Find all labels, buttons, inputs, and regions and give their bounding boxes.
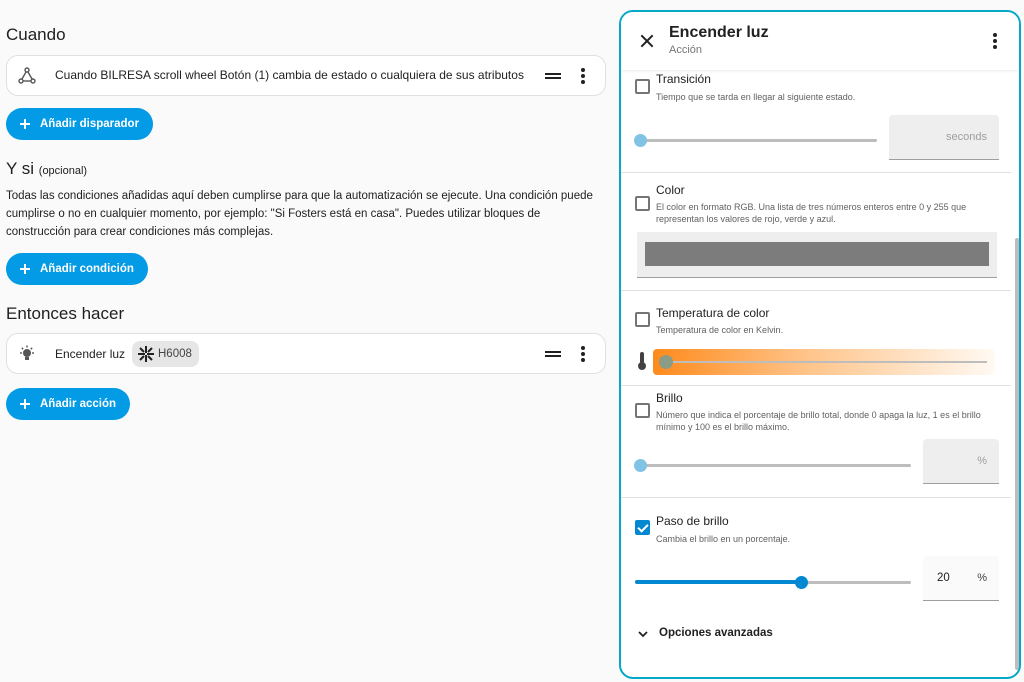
color-picker-field[interactable] xyxy=(637,232,997,278)
divider xyxy=(621,497,1011,498)
when-heading: Cuando xyxy=(6,25,66,44)
transition-slider-track xyxy=(637,139,877,142)
brightness-step-input[interactable]: 20 % xyxy=(923,556,999,601)
brightness-slider-track xyxy=(637,464,911,467)
transition-slider-thumb[interactable] xyxy=(634,134,647,147)
color-temp-description: Temperatura de color en Kelvin. xyxy=(656,325,784,335)
trigger-card[interactable]: Cuando BILRESA scroll wheel Botón (1) ca… xyxy=(6,55,606,96)
add-action-label: Añadir acción xyxy=(40,398,117,410)
thermometer-icon xyxy=(638,352,646,370)
dialog-header: Encender luz Acción xyxy=(621,12,1019,70)
dialog-title: Encender luz xyxy=(669,24,769,41)
color-temp-thumb[interactable] xyxy=(659,355,673,369)
add-condition-button[interactable]: Añadir condición xyxy=(6,253,148,285)
more-vert-icon[interactable] xyxy=(573,344,593,364)
transition-input[interactable]: seconds xyxy=(889,115,999,160)
color-description: El color en formato RGB. Una lista de tr… xyxy=(656,202,967,224)
dialog-scrollbar[interactable] xyxy=(1015,238,1019,670)
transition-title: Transición xyxy=(656,72,711,86)
brightness-step-value: 20 xyxy=(937,572,950,584)
conditions-description: Todas las condiciones añadidas aquí debe… xyxy=(6,190,593,238)
device-chip-label: H6008 xyxy=(158,348,192,360)
color-temp-checkbox[interactable] xyxy=(635,312,650,327)
chevron-down-icon xyxy=(638,631,648,638)
color-temp-title: Temperatura de color xyxy=(656,306,770,320)
more-vert-icon[interactable] xyxy=(985,31,1005,51)
dialog-subtitle: Acción xyxy=(669,44,703,56)
action-text: Encender luz xyxy=(55,347,126,361)
drag-handle-icon[interactable] xyxy=(545,351,561,357)
brightness-slider-thumb[interactable] xyxy=(634,459,647,472)
lightbulb-icon xyxy=(20,345,34,360)
color-temp-slider[interactable] xyxy=(653,349,995,375)
advanced-options-toggle[interactable]: Opciones avanzadas xyxy=(635,624,995,646)
color-temp-track xyxy=(667,361,987,363)
if-title: Y si xyxy=(6,159,35,178)
device-icon xyxy=(138,346,154,362)
add-condition-label: Añadir condición xyxy=(40,263,134,275)
brightness-title: Brillo xyxy=(656,391,683,405)
then-heading: Entonces hacer xyxy=(6,304,125,323)
plus-icon xyxy=(16,260,34,278)
more-vert-icon[interactable] xyxy=(573,66,593,86)
brightness-step-description: Cambia el brillo en un porcentaje. xyxy=(656,534,791,544)
device-chip[interactable]: H6008 xyxy=(132,341,199,367)
trigger-node-icon xyxy=(18,67,36,84)
brightness-step-title: Paso de brillo xyxy=(656,514,729,528)
brightness-step-checkbox[interactable] xyxy=(635,520,650,535)
transition-checkbox[interactable] xyxy=(635,79,650,94)
if-heading: Y si (opcional) xyxy=(6,159,87,179)
transition-description: Tiempo que se tarda en llegar al siguien… xyxy=(656,92,856,102)
color-swatch xyxy=(645,242,989,266)
action-dialog: Transición Tiempo que se tarda en llegar… xyxy=(619,10,1021,679)
optional-label: (opcional) xyxy=(38,165,88,177)
brightness-checkbox[interactable] xyxy=(635,403,650,418)
brightness-description: Número que indica el porcentaje de brill… xyxy=(656,410,981,432)
action-card[interactable]: Encender luz H6008 xyxy=(6,333,606,374)
drag-handle-icon[interactable] xyxy=(545,73,561,79)
color-title: Color xyxy=(656,183,685,197)
divider xyxy=(621,172,1011,173)
plus-icon xyxy=(16,115,34,133)
brightness-input[interactable]: % xyxy=(923,439,999,484)
add-trigger-label: Añadir disparador xyxy=(40,118,140,130)
transition-unit: seconds xyxy=(946,131,987,143)
advanced-options-label: Opciones avanzadas xyxy=(659,627,773,639)
close-icon[interactable] xyxy=(637,31,657,51)
divider xyxy=(621,290,1011,291)
brightness-step-unit: % xyxy=(977,572,987,584)
add-action-button[interactable]: Añadir acción xyxy=(6,388,131,420)
plus-icon xyxy=(16,395,34,413)
color-checkbox[interactable] xyxy=(635,196,650,211)
brightness-step-slider-fill xyxy=(635,580,801,584)
divider xyxy=(621,385,1011,386)
trigger-text: Cuando BILRESA scroll wheel Botón (1) ca… xyxy=(55,68,524,82)
brightness-unit: % xyxy=(977,455,987,467)
add-trigger-button[interactable]: Añadir disparador xyxy=(6,108,154,140)
brightness-step-slider-thumb[interactable] xyxy=(795,576,808,589)
